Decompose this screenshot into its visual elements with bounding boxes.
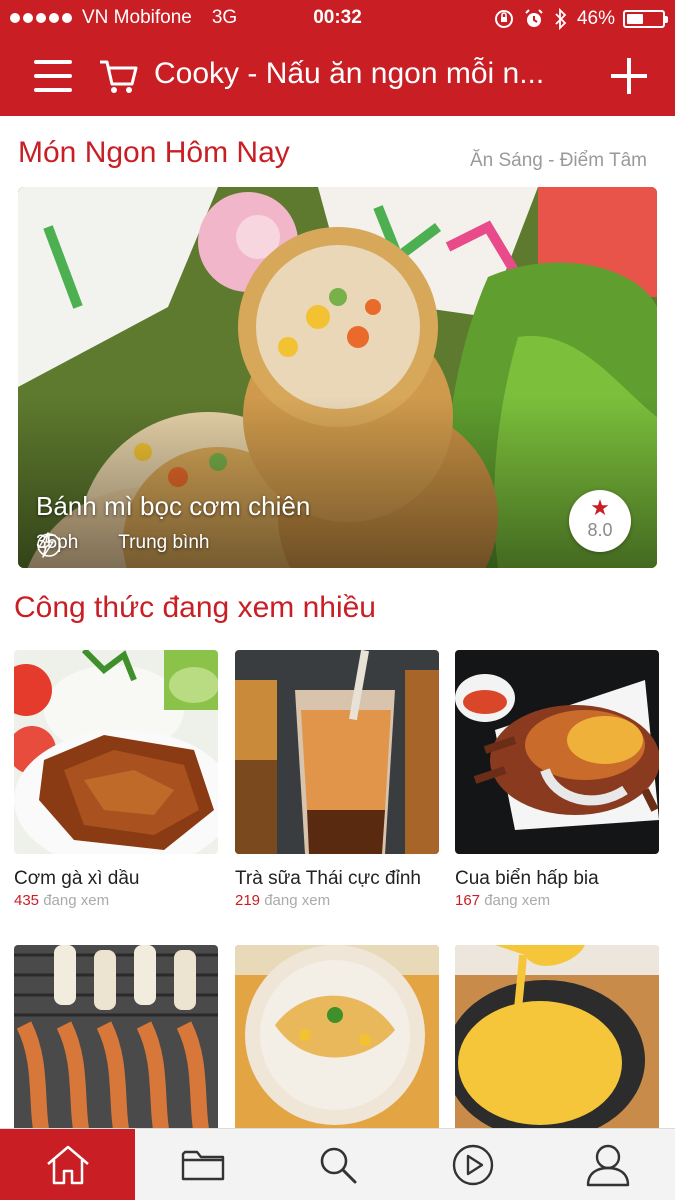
star-icon: ★ bbox=[590, 495, 610, 520]
battery-percent: 46% bbox=[576, 8, 615, 29]
view-count: 435 bbox=[14, 892, 40, 909]
recipe-card[interactable] bbox=[235, 945, 439, 1149]
status-bar: VN Mobifone 3G 00:32 46% bbox=[0, 0, 675, 38]
recipe-card[interactable]: Cơm gà xì dầu 435 đang xem bbox=[14, 650, 218, 909]
bluetooth-icon bbox=[555, 7, 567, 31]
recipe-card[interactable]: Cua biển hấp bia 167 đang xem bbox=[455, 650, 659, 909]
recipe-name: Cua biển hấp bia bbox=[455, 868, 599, 889]
view-count: 219 bbox=[235, 892, 261, 909]
alarm-icon bbox=[525, 9, 543, 27]
recipe-image bbox=[455, 650, 659, 854]
tab-profile[interactable] bbox=[540, 1129, 675, 1200]
add-icon[interactable] bbox=[611, 58, 647, 94]
cart-icon bbox=[100, 60, 138, 93]
battery-icon bbox=[623, 10, 668, 28]
menu-icon[interactable] bbox=[34, 60, 72, 92]
tab-bar bbox=[0, 1128, 675, 1200]
recipe-image bbox=[235, 650, 439, 854]
rating-badge: ★ 8.0 bbox=[569, 490, 631, 552]
difficulty: Trung bình bbox=[118, 532, 210, 553]
recipe-card[interactable]: Trà sữa Thái cực đỉnh 219 đang xem bbox=[235, 650, 439, 909]
viewing-label: đang xem bbox=[484, 892, 551, 909]
featured-recipe-meta: 35ph Trung bình bbox=[36, 532, 249, 558]
user-icon bbox=[586, 1144, 629, 1187]
recipe-views: 167 đang xem bbox=[455, 892, 659, 909]
recipe-image bbox=[14, 945, 218, 1149]
rating-value: 8.0 bbox=[587, 520, 613, 540]
app-title: Cooky - Nấu ăn ngon mỗi n... bbox=[154, 57, 545, 90]
recipe-card[interactable] bbox=[14, 945, 218, 1149]
today-category[interactable]: Ăn Sáng - Điểm Tâm bbox=[470, 150, 647, 172]
recipe-card[interactable] bbox=[455, 945, 659, 1149]
nav-bar: Cooky - Nấu ăn ngon mỗi n... bbox=[0, 38, 675, 116]
tab-search[interactable] bbox=[270, 1129, 405, 1200]
tab-collections[interactable] bbox=[135, 1129, 270, 1200]
today-heading: Món Ngon Hôm Nay bbox=[18, 136, 290, 169]
recipe-views: 219 đang xem bbox=[235, 892, 439, 909]
tab-home[interactable] bbox=[0, 1129, 135, 1200]
recipe-image bbox=[455, 945, 659, 1149]
popular-heading: Công thức đang xem nhiều bbox=[14, 591, 376, 624]
search-icon bbox=[320, 1147, 356, 1184]
recipe-views: 435 đang xem bbox=[14, 892, 218, 909]
app-screen: VN Mobifone 3G 00:32 46% Cooky - Nấu ăn … bbox=[0, 0, 675, 1200]
folder-icon bbox=[181, 1150, 224, 1181]
recipe-image bbox=[235, 945, 439, 1149]
lightning-icon bbox=[38, 532, 54, 558]
tab-videos[interactable] bbox=[405, 1129, 540, 1200]
featured-recipe-title: Bánh mì bọc cơm chiên bbox=[36, 491, 311, 521]
home-icon bbox=[46, 1145, 89, 1185]
viewing-label: đang xem bbox=[43, 892, 110, 909]
recipe-name: Trà sữa Thái cực đỉnh bbox=[235, 868, 421, 889]
orientation-lock-icon bbox=[494, 10, 513, 28]
viewing-label: đang xem bbox=[264, 892, 331, 909]
recipe-name: Cơm gà xì dầu bbox=[14, 868, 140, 889]
play-icon bbox=[452, 1144, 493, 1186]
recipe-image bbox=[14, 650, 218, 854]
view-count: 167 bbox=[455, 892, 481, 909]
featured-recipe-card[interactable]: Bánh mì bọc cơm chiên 35ph Trung bình ★ … bbox=[18, 187, 657, 568]
